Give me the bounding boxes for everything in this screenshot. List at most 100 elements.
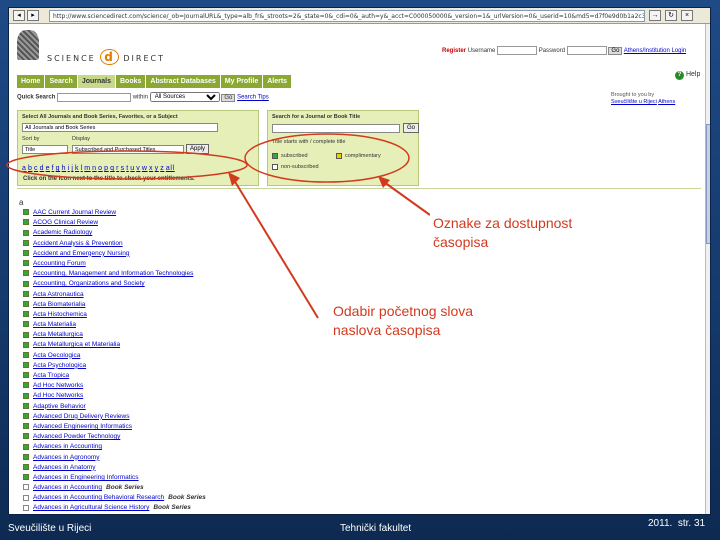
tab-books[interactable]: Books [116, 75, 147, 88]
journal-title-link[interactable]: Advances in Engineering Informatics [33, 474, 139, 481]
stop-icon[interactable]: × [681, 10, 693, 21]
entitlement-icon[interactable] [23, 229, 29, 236]
alphabet-letter-b[interactable]: b [28, 165, 33, 172]
entitlement-icon[interactable] [23, 433, 29, 440]
entitlement-icon[interactable] [23, 260, 29, 267]
journal-title-link[interactable]: Advances in Agronomy [33, 454, 99, 461]
alphabet-letter-r[interactable]: r [116, 165, 119, 172]
alphabet-letter-u[interactable]: u [130, 165, 135, 172]
tab-abstract-databases[interactable]: Abstract Databases [146, 75, 221, 88]
sort-select[interactable]: Title [22, 145, 68, 154]
journal-title-link[interactable]: Advances in Accounting Behavioral Resear… [33, 494, 164, 501]
journal-title-link[interactable]: Ad Hoc Networks [33, 382, 83, 389]
alphabet-letter-d[interactable]: d [40, 165, 45, 172]
entitlement-icon[interactable] [23, 443, 29, 450]
alphabet-letter-x[interactable]: x [149, 165, 153, 172]
alphabet-letter-q[interactable]: q [110, 165, 115, 172]
entitlement-icon[interactable] [23, 331, 29, 338]
alphabet-letter-m[interactable]: m [84, 165, 90, 172]
register-link[interactable]: Register [442, 48, 466, 54]
alphabet-letter-n[interactable]: n [92, 165, 97, 172]
apply-button[interactable]: Apply [186, 144, 210, 154]
quick-search-input[interactable] [57, 92, 132, 102]
entitlement-icon[interactable] [23, 311, 29, 318]
alphabet-letter-e[interactable]: e [46, 165, 51, 172]
entitlement-icon[interactable] [23, 290, 29, 297]
journal-title-link[interactable]: ACOG Clinical Review [33, 219, 98, 226]
sciencedirect-logo[interactable]: SCIENCE d DIRECT [17, 30, 163, 70]
journal-title-link[interactable]: Accident and Emergency Nursing [33, 250, 129, 257]
refresh-icon[interactable]: ↻ [665, 10, 677, 21]
alphabet-letter-h[interactable]: h [62, 165, 67, 172]
alphabet-letter-s[interactable]: s [121, 165, 125, 172]
journal-title-link[interactable]: Advances in Agricultural Science History [33, 504, 149, 511]
entitlement-icon[interactable] [23, 219, 29, 226]
title-option[interactable]: Title starts with / complete title [272, 139, 345, 145]
entitlement-icon[interactable] [23, 413, 29, 420]
entitlement-icon[interactable] [23, 270, 29, 277]
journal-title-link[interactable]: Advances in Accounting [33, 484, 102, 491]
entitlement-icon[interactable] [23, 209, 29, 216]
journal-title-link[interactable]: Acta Metallurgica et Materialia [33, 341, 120, 348]
alphabet-letter-c[interactable]: c [34, 165, 38, 172]
entitlement-icon[interactable] [23, 392, 29, 399]
title-search-go-button[interactable]: Go [403, 123, 420, 133]
alphabet-letter-l[interactable]: l [81, 165, 83, 172]
entitlement-icon[interactable] [23, 474, 29, 481]
journal-title-link[interactable]: Acta Biomaterialia [33, 301, 85, 308]
alphabet-letter-j[interactable]: j [71, 165, 73, 172]
tab-journals[interactable]: Journals [77, 75, 116, 88]
alphabet-letter-z[interactable]: z [160, 165, 164, 172]
help-link[interactable]: ? Help [675, 71, 700, 80]
alphabet-letter-k[interactable]: k [75, 165, 79, 172]
entitlement-icon[interactable] [23, 423, 29, 430]
login-go-button[interactable]: Go [608, 47, 623, 56]
journal-title-link[interactable]: Acta Tropica [33, 372, 69, 379]
journal-title-link[interactable]: Accounting Forum [33, 260, 86, 267]
alphabet-letter-y[interactable]: y [155, 165, 159, 172]
alphabet-letter-i[interactable]: i [68, 165, 70, 172]
entitlement-icon[interactable] [23, 362, 29, 369]
journal-title-link[interactable]: Adaptive Behavior [33, 403, 86, 410]
entitlement-icon[interactable] [23, 484, 29, 491]
scrollbar-thumb[interactable] [706, 124, 710, 244]
athens-link[interactable]: Athens [658, 99, 675, 105]
display-select[interactable]: Subscribed and Purchased Titles [72, 145, 184, 154]
forward-icon[interactable]: ▸ [27, 10, 39, 21]
tab-home[interactable]: Home [17, 75, 46, 88]
alphabet-letter-w[interactable]: w [142, 165, 148, 172]
url-input[interactable]: http://www.sciencedirect.com/science/_ob… [49, 10, 645, 22]
entitlement-icon[interactable] [23, 321, 29, 328]
alphabet-letter-t[interactable]: t [126, 165, 129, 172]
journal-title-link[interactable]: Acta Metallurgica [33, 331, 83, 338]
entitlement-icon[interactable] [23, 372, 29, 379]
athens-login-link[interactable]: Athens/Institution Login [624, 48, 686, 54]
journal-title-link[interactable]: Advanced Drug Delivery Reviews [33, 413, 129, 420]
journal-title-link[interactable]: Acta Psychologica [33, 362, 86, 369]
entitlement-icon[interactable] [23, 402, 29, 409]
search-tips-link[interactable]: Search Tips [237, 95, 269, 101]
entitlement-icon[interactable] [23, 280, 29, 287]
subject-select[interactable]: All Journals and Book Series [22, 123, 218, 132]
journal-title-link[interactable]: Academic Radiology [33, 229, 92, 236]
quick-search-go-button[interactable]: Go [221, 93, 236, 102]
title-search-input[interactable] [272, 124, 400, 133]
journal-title-link[interactable]: Accounting, Organizations and Society [33, 280, 145, 287]
username-field[interactable] [497, 46, 538, 55]
entitlement-icon[interactable] [23, 382, 29, 389]
journal-title-link[interactable]: AAC Current Journal Review [33, 209, 116, 216]
tab-search[interactable]: Search [45, 75, 78, 88]
journal-title-link[interactable]: Acta Oecologica [33, 352, 80, 359]
alphabet-letter-v[interactable]: v [136, 165, 140, 172]
journal-title-link[interactable]: Advances in Accounting [33, 443, 102, 450]
entitlement-icon[interactable] [23, 341, 29, 348]
tab-my-profile[interactable]: My Profile [220, 75, 264, 88]
journal-title-link[interactable]: Accounting, Management and Information T… [33, 270, 193, 277]
password-field[interactable] [566, 46, 607, 55]
alphabet-letter-g[interactable]: g [56, 165, 61, 172]
within-select[interactable]: All Sources [149, 92, 220, 102]
scrollbar[interactable] [705, 24, 710, 514]
journal-title-link[interactable]: Advanced Powder Technology [33, 433, 120, 440]
journal-title-link[interactable]: Acta Materialia [33, 321, 76, 328]
back-icon[interactable]: ◂ [13, 10, 25, 21]
